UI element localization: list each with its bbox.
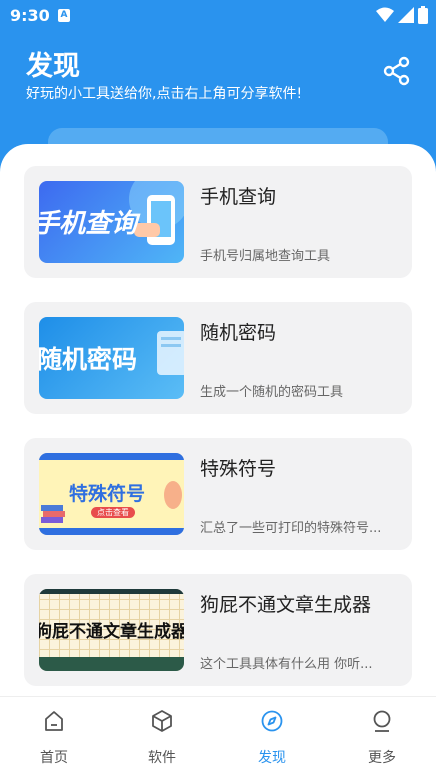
content-sheet: 手机查询 手机查询 手机号归属地查询工具 随机密码 随机密码 生成一个随机的密码…	[0, 144, 436, 704]
status-bar: 9:30 A	[0, 0, 436, 32]
thumbnail-text: 特殊符号	[69, 483, 146, 505]
nav-item-home[interactable]: 首页	[0, 697, 108, 776]
tool-desc: 汇总了一些可打印的特殊符号...	[200, 521, 382, 536]
tool-title: 狗屁不通文章生成器	[200, 594, 372, 616]
cube-icon	[152, 710, 172, 732]
thumbnail-text: 随机密码	[39, 345, 138, 374]
compass-icon	[261, 710, 283, 732]
status-time: 9:30	[10, 6, 50, 25]
share-button[interactable]	[382, 56, 412, 86]
nav-item-software[interactable]: 软件	[108, 697, 216, 776]
thumbnail-text: 手机查询	[39, 209, 138, 239]
share-icon	[383, 56, 410, 86]
nav-label: 首页	[40, 750, 68, 766]
nav-item-discover[interactable]: 发现	[218, 697, 326, 776]
tool-title: 随机密码	[200, 322, 277, 344]
bottom-nav: 首页 软件 发现 更多	[0, 696, 436, 776]
page-title: 发现	[26, 51, 80, 82]
tool-desc: 这个工具具体有什么用 你听...	[200, 657, 373, 672]
status-icons	[376, 5, 428, 25]
tool-desc: 生成一个随机的密码工具	[200, 385, 344, 400]
tool-desc: 手机号归属地查询工具	[200, 249, 331, 264]
tool-card-phone[interactable]: 手机查询 手机查询 手机号归属地查询工具	[24, 166, 412, 278]
tool-title: 特殊符号	[200, 458, 277, 480]
thumbnail-badge: 点击查看	[91, 507, 135, 518]
tool-card-symbols[interactable]: 特殊符号 点击查看 特殊符号 汇总了一些可打印的特殊符号...	[24, 438, 412, 550]
tool-thumbnail: 随机密码	[39, 317, 184, 399]
tool-thumbnail: 狗屁不通文章生成器	[39, 589, 184, 671]
nav-label: 发现	[258, 750, 286, 766]
page-subtitle: 好玩的小工具送给你,点击右上角可分享软件!	[26, 86, 303, 102]
signal-icon	[398, 7, 414, 23]
notification-icon: A	[58, 9, 70, 22]
tool-title: 手机查询	[200, 186, 277, 208]
home-icon	[45, 711, 63, 731]
tool-card-article[interactable]: 狗屁不通文章生成器 狗屁不通文章生成器 这个工具具体有什么用 你听...	[24, 574, 412, 686]
person-icon	[373, 710, 391, 732]
wifi-icon	[376, 7, 394, 22]
nav-item-more[interactable]: 更多	[328, 697, 436, 776]
nav-label: 软件	[148, 750, 176, 766]
battery-icon	[418, 6, 428, 24]
tool-card-password[interactable]: 随机密码 随机密码 生成一个随机的密码工具	[24, 302, 412, 414]
tool-thumbnail: 手机查询	[39, 181, 184, 263]
tool-thumbnail: 特殊符号 点击查看	[39, 453, 184, 535]
thumbnail-text: 狗屁不通文章生成器	[39, 622, 184, 642]
nav-label: 更多	[368, 750, 396, 766]
